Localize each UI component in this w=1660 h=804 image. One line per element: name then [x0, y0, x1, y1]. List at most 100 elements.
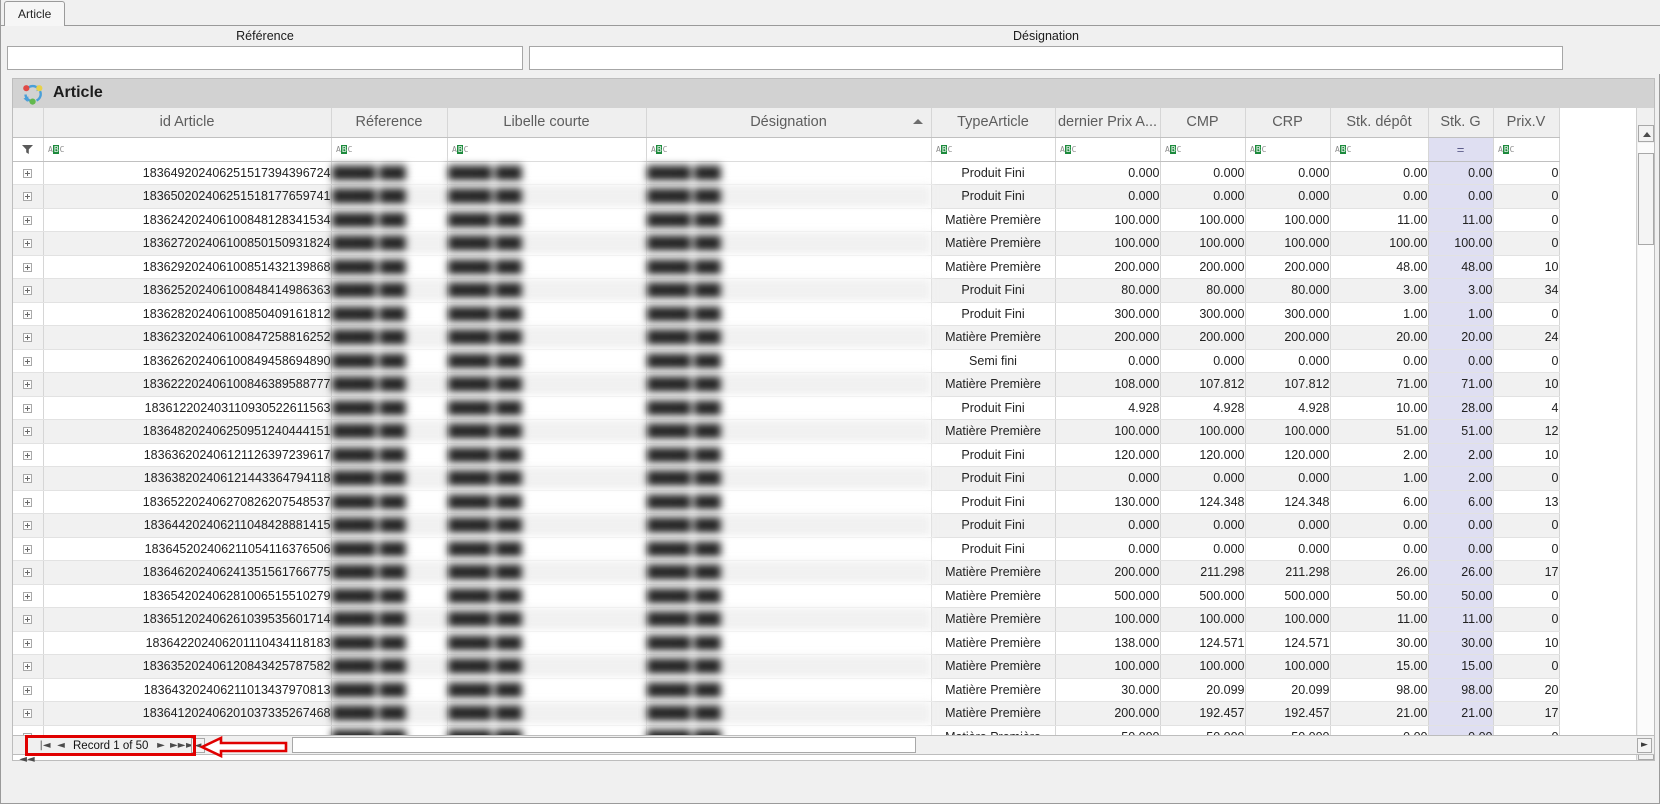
cell-type-article[interactable]: Matière Première [931, 631, 1056, 655]
expand-row-icon[interactable] [23, 568, 33, 578]
cell-stk-g[interactable]: 1.00 [1428, 302, 1494, 326]
cell-id-article[interactable]: 183622202406100846389588777 [43, 372, 332, 397]
cell-reference[interactable]: █████ ███ [331, 208, 448, 232]
cell-type-article[interactable]: Matière Première [931, 325, 1056, 350]
cell-reference[interactable]: █████ ███ [331, 607, 448, 632]
expand-row-icon[interactable] [23, 333, 33, 343]
cell-reference[interactable]: █████ ███ [331, 396, 448, 420]
cell-dernier-prix-achat[interactable]: 0.000 [1055, 161, 1161, 185]
cell-reference[interactable]: █████ ███ [331, 278, 448, 303]
cell-id-article[interactable]: 183644202406211048428881415 [43, 513, 332, 538]
cell-type-article[interactable]: Matière Première [931, 419, 1056, 444]
cell-crp[interactable]: 100.000 [1245, 208, 1331, 232]
cell-dernier-prix-achat[interactable]: 108.000 [1055, 372, 1161, 397]
nav-next-button[interactable]: ► [155, 739, 167, 753]
cell-stk-depot[interactable]: 1.00 [1330, 466, 1429, 491]
cell-type-article[interactable]: Matière Première [931, 372, 1056, 397]
cell-stk-depot[interactable]: 1.00 [1330, 302, 1429, 326]
cell-id-article[interactable]: 183652202406270826207548537 [43, 490, 332, 514]
cell-type-article[interactable]: Produit Fini [931, 184, 1056, 209]
cell-reference[interactable]: █████ ███ [331, 231, 448, 256]
cell-libelle-courte[interactable]: █████ ███ [447, 678, 647, 702]
cell-reference[interactable]: █████ ███ [331, 584, 448, 608]
cell-type-article[interactable]: Produit Fini [931, 537, 1056, 561]
cell-reference[interactable]: █████ ███ [331, 443, 448, 467]
cell-stk-g[interactable]: 0.00 [1428, 513, 1494, 538]
cell-libelle-courte[interactable]: █████ ███ [447, 631, 647, 655]
row-expander-cell[interactable] [13, 443, 44, 467]
expand-row-icon[interactable] [23, 403, 33, 413]
table-row[interactable]: 183649202406251517394396724 █████ ███ ████… [13, 161, 1560, 185]
cell-dernier-prix-achat[interactable]: 4.928 [1055, 396, 1161, 420]
cell-libelle-courte[interactable]: █████ ███ [447, 584, 647, 608]
cell-stk-g[interactable]: 3.00 [1428, 278, 1494, 303]
designation-input[interactable] [529, 46, 1563, 70]
expand-row-icon[interactable] [23, 168, 33, 178]
cell-type-article[interactable]: Matière Première [931, 701, 1056, 726]
cell-stk-g[interactable]: 51.00 [1428, 419, 1494, 444]
cell-cmp[interactable]: 100.000 [1160, 654, 1246, 679]
expand-row-icon[interactable] [23, 474, 33, 484]
cell-dernier-prix-achat[interactable]: 200.000 [1055, 255, 1161, 279]
cell-designation[interactable]: █████ ███ [646, 443, 932, 467]
table-row[interactable]: 183624202406100848128341534 █████ ███ ████… [13, 208, 1560, 232]
cell-designation[interactable]: █████ ███ [646, 161, 932, 185]
cell-stk-depot[interactable]: 20.00 [1330, 325, 1429, 350]
cell-reference[interactable]: █████ ███ [331, 678, 448, 702]
row-expander-cell[interactable] [13, 255, 44, 279]
cell-crp[interactable]: 0.000 [1245, 537, 1331, 561]
cell-libelle-courte[interactable]: █████ ███ [447, 443, 647, 467]
cell-cmp[interactable]: 192.457 [1160, 701, 1246, 726]
filter-cell-mark[interactable] [13, 137, 44, 162]
cell-libelle-courte[interactable]: █████ ███ [447, 325, 647, 350]
cell-stk-depot[interactable]: 48.00 [1330, 255, 1429, 279]
table-row[interactable]: 183623202406100847258816252 █████ ███ ████… [13, 325, 1560, 350]
row-expander-cell[interactable] [13, 161, 44, 185]
cell-stk-depot[interactable]: 50.00 [1330, 584, 1429, 608]
cell-type-article[interactable]: Matière Première [931, 584, 1056, 608]
table-row[interactable]: 183628202406100850409161812 █████ ███ ████… [13, 302, 1560, 326]
cell-type-article[interactable]: Produit Fini [931, 302, 1056, 326]
cell-crp[interactable]: 500.000 [1245, 584, 1331, 608]
filter-cell-lib[interactable]: ABC [447, 137, 647, 162]
cell-stk-depot[interactable]: 30.00 [1330, 631, 1429, 655]
table-row[interactable]: 183635202406120843425787582 █████ ███ ████… [13, 654, 1560, 679]
cell-libelle-courte[interactable]: █████ ███ [447, 302, 647, 326]
cell-designation[interactable]: █████ ███ [646, 560, 932, 585]
column-header-lib[interactable]: Libelle courte [447, 108, 647, 138]
cell-id-article[interactable]: 183629202406100851432139868 [43, 255, 332, 279]
cell-dernier-prix-achat[interactable]: 100.000 [1055, 654, 1161, 679]
filter-cell-crp[interactable]: ABC [1245, 137, 1331, 162]
cell-prix-vente[interactable]: 17 [1493, 560, 1560, 585]
cell-prix-vente[interactable]: 0 [1493, 161, 1560, 185]
cell-reference[interactable]: █████ ███ [331, 513, 448, 538]
cell-stk-depot[interactable]: 0.00 [1330, 161, 1429, 185]
cell-cmp[interactable]: 0.000 [1160, 537, 1246, 561]
cell-crp[interactable]: 4.928 [1245, 396, 1331, 420]
cell-reference[interactable]: █████ ███ [331, 701, 448, 726]
cell-stk-g[interactable]: 15.00 [1428, 654, 1494, 679]
filter-cell-id[interactable]: ABC [43, 137, 332, 162]
table-row[interactable]: 183625202406100848414986363 █████ ███ ████… [13, 278, 1560, 303]
cell-id-article[interactable]: 183645202406211054116376506 [43, 537, 332, 561]
cell-stk-g[interactable]: 21.00 [1428, 701, 1494, 726]
column-header-id[interactable]: id Article [43, 108, 332, 138]
cell-prix-vente[interactable]: 0 [1493, 654, 1560, 679]
cell-crp[interactable]: 100.000 [1245, 654, 1331, 679]
row-expander-cell[interactable] [13, 513, 44, 538]
filter-cell-skd[interactable]: ABC [1330, 137, 1429, 162]
cell-type-article[interactable]: Semi fini [931, 349, 1056, 373]
cell-stk-g[interactable]: 6.00 [1428, 490, 1494, 514]
row-expander-cell[interactable] [13, 419, 44, 444]
cell-dernier-prix-achat[interactable]: 80.000 [1055, 278, 1161, 303]
cell-dernier-prix-achat[interactable]: 0.000 [1055, 184, 1161, 209]
cell-id-article[interactable]: 183624202406100848128341534 [43, 208, 332, 232]
cell-libelle-courte[interactable]: █████ ███ [447, 349, 647, 373]
cell-cmp[interactable]: 120.000 [1160, 443, 1246, 467]
cell-reference[interactable]: █████ ███ [331, 302, 448, 326]
cell-cmp[interactable]: 211.298 [1160, 560, 1246, 585]
cell-stk-g[interactable]: 28.00 [1428, 396, 1494, 420]
cell-reference[interactable]: █████ ███ [331, 349, 448, 373]
cell-dernier-prix-achat[interactable]: 130.000 [1055, 490, 1161, 514]
cell-libelle-courte[interactable]: █████ ███ [447, 654, 647, 679]
